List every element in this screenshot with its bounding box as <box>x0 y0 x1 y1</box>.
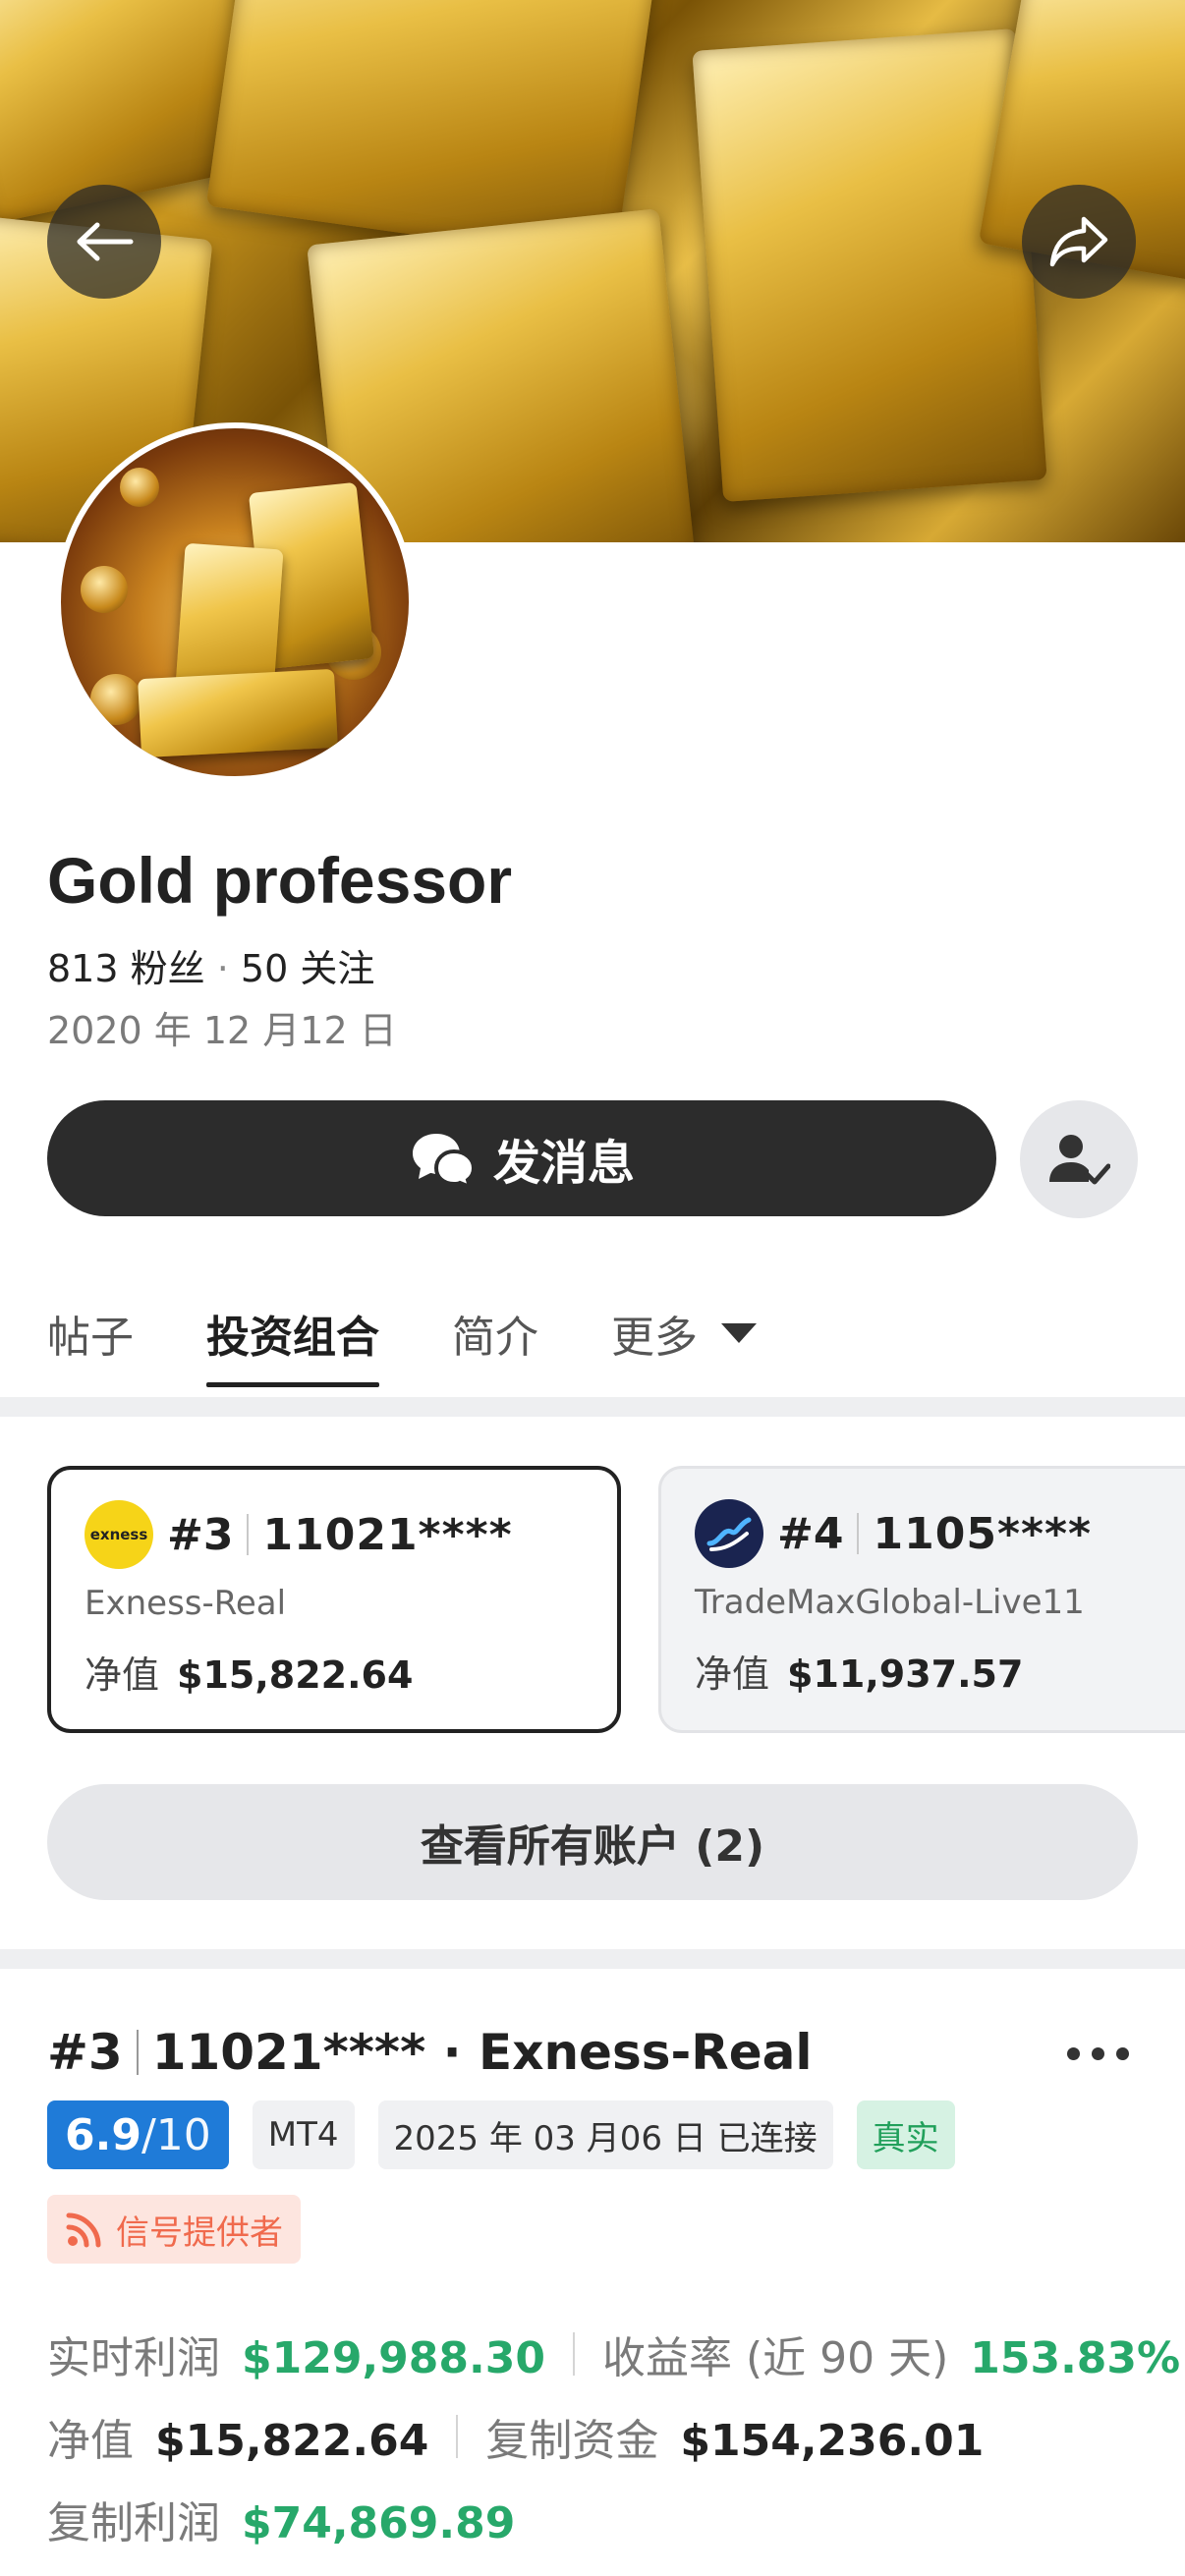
account-equity: 净值 $11,937.57 <box>695 1644 1172 1698</box>
separator <box>136 2030 139 2075</box>
back-button[interactable] <box>47 185 161 299</box>
arrow-left-icon <box>77 222 134 261</box>
metrics-row-2: 净值 $15,822.64 复制资金 $154,236.01 <box>47 2405 984 2468</box>
separator <box>857 1513 860 1554</box>
followers-count[interactable]: 813 <box>47 947 119 990</box>
avatar[interactable] <box>55 422 415 782</box>
account-detail-title: #3 11021**** · Exness-Real <box>47 2024 813 2081</box>
trademax-logo-icon <box>695 1499 763 1568</box>
detail-account: 11021**** · Exness-Real <box>151 2024 813 2081</box>
dot <box>1092 2046 1104 2060</box>
more-options-icon[interactable] <box>1067 2034 1146 2073</box>
profile-name: Gold professor <box>47 844 513 917</box>
tab-label: 更多 <box>611 1313 698 1363</box>
connected-chip: 2025 年 03 月06 日 已连接 <box>377 2100 833 2169</box>
share-button[interactable] <box>1022 185 1136 299</box>
separator <box>247 1514 250 1555</box>
dot <box>1116 2046 1129 2060</box>
detail-rank: #3 <box>47 2024 123 2081</box>
signal-provider-label: 信号提供者 <box>116 2212 283 2253</box>
coin-decor <box>90 674 141 725</box>
account-number: 1105**** <box>873 1508 1092 1559</box>
equity-label: 净值 <box>47 2416 134 2466</box>
equity-label: 净值 <box>695 1652 770 1696</box>
section-divider <box>0 1397 1185 1417</box>
metrics-row-3: 复制利润 $74,869.89 <box>47 2488 515 2550</box>
copy-funds-value: $154,236.01 <box>680 2416 985 2466</box>
account-tags: 6.9 /10 MT4 2025 年 03 月06 日 已连接 真实 <box>47 2100 955 2169</box>
rss-icon <box>66 2212 101 2248</box>
copy-funds-label: 复制资金 <box>485 2416 659 2466</box>
signal-provider-badge[interactable]: 信号提供者 <box>47 2195 301 2264</box>
followers-label[interactable]: 粉丝 <box>131 947 205 990</box>
copy-profit-value: $74,869.89 <box>242 2498 516 2548</box>
tab-label: 简介 <box>452 1313 538 1363</box>
platform-chip: MT4 <box>252 2100 355 2169</box>
following-label[interactable]: 关注 <box>300 947 374 990</box>
account-number: 11021**** <box>262 1509 513 1560</box>
account-equity: 净值 $15,822.64 <box>85 1645 584 1699</box>
section-divider <box>0 1949 1185 1969</box>
following-status-button[interactable] <box>1020 1100 1138 1218</box>
tab-portfolio[interactable]: 投资组合 <box>206 1289 379 1387</box>
coin-decor <box>81 566 128 613</box>
send-message-label: 发消息 <box>492 1136 635 1191</box>
realtime-profit-label: 实时利润 <box>47 2333 220 2383</box>
follow-stats: 813 粉丝 · 50 关注 <box>47 938 374 992</box>
user-check-icon <box>1049 1135 1110 1185</box>
score-value: 6.9 <box>65 2109 141 2160</box>
view-all-accounts-button[interactable]: 查看所有账户 (2) <box>47 1784 1138 1900</box>
copy-profit-label: 复制利润 <box>47 2498 220 2548</box>
realtime-profit-value: $129,988.30 <box>242 2333 545 2383</box>
active-tab-indicator <box>206 1382 379 1387</box>
send-message-button[interactable]: 发消息 <box>47 1100 996 1216</box>
equity-value: $15,822.64 <box>155 2416 429 2466</box>
chart-swoosh-icon <box>706 1517 752 1551</box>
logo-text: exness <box>89 1526 148 1543</box>
following-count[interactable]: 50 <box>241 947 288 990</box>
tab-more[interactable]: 更多 <box>611 1289 757 1377</box>
separator <box>572 2332 575 2376</box>
dot-separator: · <box>216 947 241 990</box>
chat-bubble-icon <box>412 1134 476 1187</box>
score-badge[interactable]: 6.9 /10 <box>47 2100 229 2169</box>
gold-bar-decor <box>138 668 338 758</box>
metrics-row-1: 实时利润 $129,988.30 收益率 (近 90 天) 153.83% <box>47 2323 1180 2385</box>
tab-intro[interactable]: 简介 <box>452 1289 538 1377</box>
equity-label: 净值 <box>85 1653 160 1697</box>
share-icon <box>1049 216 1108 267</box>
account-server: Exness-Real <box>85 1584 287 1623</box>
account-card[interactable]: #4 1105**** TradeMaxGlobal-Live11 净值 $11… <box>658 1466 1185 1733</box>
coin-decor <box>120 468 159 507</box>
equity-value: $15,822.64 <box>177 1653 414 1697</box>
gold-bar-decor <box>692 28 1047 502</box>
tab-label: 投资组合 <box>206 1313 379 1363</box>
separator <box>456 2415 459 2458</box>
dot <box>1067 2046 1080 2060</box>
equity-value: $11,937.57 <box>787 1652 1024 1696</box>
caret-down-icon <box>721 1323 757 1343</box>
account-server: TradeMaxGlobal-Live11 <box>695 1583 1085 1622</box>
return-rate-value: 153.83% <box>970 2333 1181 2383</box>
score-max: /10 <box>141 2109 211 2160</box>
account-rank: #3 <box>167 1509 234 1560</box>
real-account-badge: 真实 <box>856 2100 955 2169</box>
return-rate-label: 收益率 (近 90 天) <box>601 2333 949 2383</box>
tab-posts[interactable]: 帖子 <box>47 1289 134 1377</box>
account-card-selected[interactable]: exness #3 11021**** Exness-Real 净值 $15,8… <box>47 1466 621 1733</box>
exness-logo-icon: exness <box>85 1500 153 1569</box>
joined-date: 2020 年 12 月12 日 <box>47 1009 397 1052</box>
account-rank: #4 <box>777 1508 844 1559</box>
tab-label: 帖子 <box>47 1313 134 1363</box>
profile-tabs: 帖子 投资组合 简介 更多 <box>47 1289 757 1387</box>
